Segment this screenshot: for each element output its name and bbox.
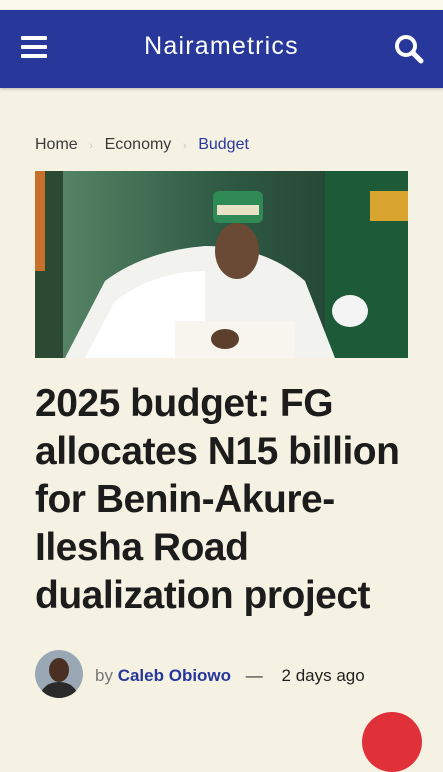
article-headline: 2025 budget: FG allocates N15 billion fo… [35, 382, 400, 617]
breadcrumb-separator-icon: › [89, 140, 93, 152]
breadcrumb-home[interactable]: Home [35, 136, 78, 153]
top-navbar: Nairametrics [0, 10, 443, 88]
status-strip [0, 0, 443, 10]
breadcrumb-economy[interactable]: Economy [105, 136, 172, 153]
byline-prefix: by [95, 666, 113, 685]
author-avatar[interactable] [35, 650, 83, 698]
byline-dash: — [245, 666, 263, 685]
publish-time: 2 days ago [281, 666, 365, 685]
author-meta: by Caleb Obiowo — 2 days ago [35, 650, 415, 700]
article-hero-image [35, 171, 408, 358]
site-logo[interactable]: Nairametrics [0, 32, 443, 61]
breadcrumb-separator-icon: › [182, 140, 187, 152]
author-name-link[interactable]: Caleb Obiowo [118, 666, 231, 685]
floating-action-button[interactable] [362, 712, 422, 772]
byline: by Caleb Obiowo — 2 days ago [95, 666, 365, 686]
breadcrumb: Home › Economy › Budget [35, 136, 249, 154]
breadcrumb-budget[interactable]: Budget [198, 136, 249, 153]
search-icon[interactable] [394, 34, 424, 64]
